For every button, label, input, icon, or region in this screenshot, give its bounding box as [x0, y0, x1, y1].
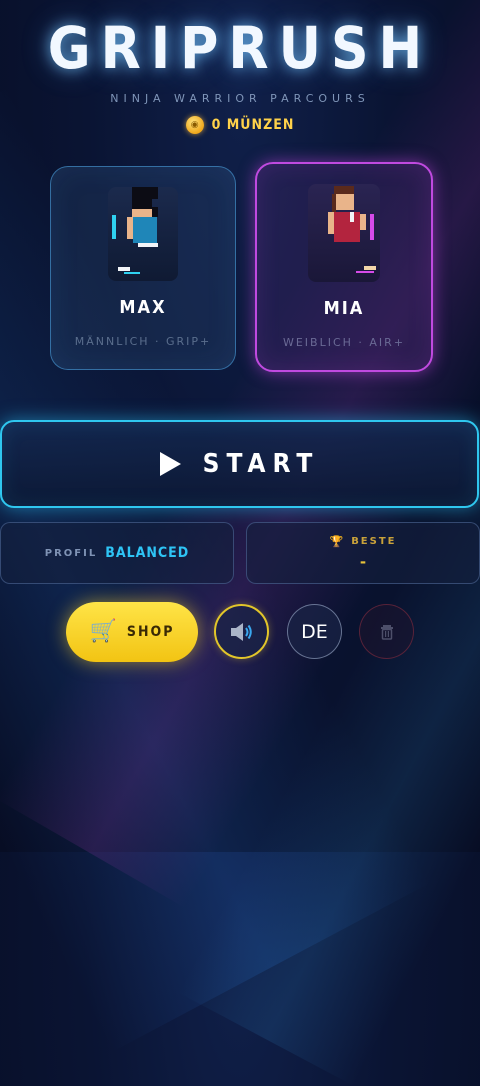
sound-toggle-button[interactable]	[214, 604, 269, 659]
character-card-mia[interactable]: MIA WEIBLICH · AIR+	[255, 162, 433, 372]
best-score-panel: 🏆 BESTE -	[246, 522, 480, 584]
character-name: MIA	[323, 298, 365, 319]
trophy-icon: 🏆	[329, 535, 344, 548]
profile-label: PROFIL	[44, 547, 98, 559]
game-title: GRIPRUSH	[47, 14, 433, 82]
character-portrait-max	[108, 187, 178, 281]
speaker-icon	[230, 622, 252, 641]
shop-label: SHOP	[126, 624, 175, 640]
profile-value: BALANCED	[105, 545, 190, 561]
character-card-max[interactable]: MAX MÄNNLICH · GRIP+	[50, 166, 236, 370]
best-score-header: 🏆 BESTE	[247, 535, 479, 548]
best-score-value: -	[359, 553, 367, 571]
coin-counter: ◉ 0 MÜNZEN	[0, 116, 480, 134]
delete-button[interactable]	[359, 604, 414, 659]
character-description: WEIBLICH · AIR+	[282, 336, 406, 349]
character-description: MÄNNLICH · GRIP+	[74, 335, 212, 348]
start-button[interactable]: START	[0, 420, 479, 508]
character-name: MAX	[119, 297, 167, 318]
language-button[interactable]: DE	[287, 604, 342, 659]
coin-count-label: 0 MÜNZEN	[211, 117, 295, 133]
play-icon	[159, 452, 181, 476]
best-score-label: BESTE	[351, 536, 397, 547]
character-portrait-mia	[308, 184, 380, 282]
game-subtitle: NINJA WARRIOR PARCOURS	[110, 92, 370, 105]
shop-button[interactable]: 🛒 SHOP	[66, 602, 198, 662]
start-label: START	[202, 449, 320, 479]
language-label: DE	[301, 620, 328, 643]
trash-icon	[380, 624, 393, 640]
coin-icon: ◉	[185, 116, 204, 134]
cart-icon: 🛒	[89, 619, 117, 644]
profile-panel[interactable]: PROFIL BALANCED	[0, 522, 234, 584]
